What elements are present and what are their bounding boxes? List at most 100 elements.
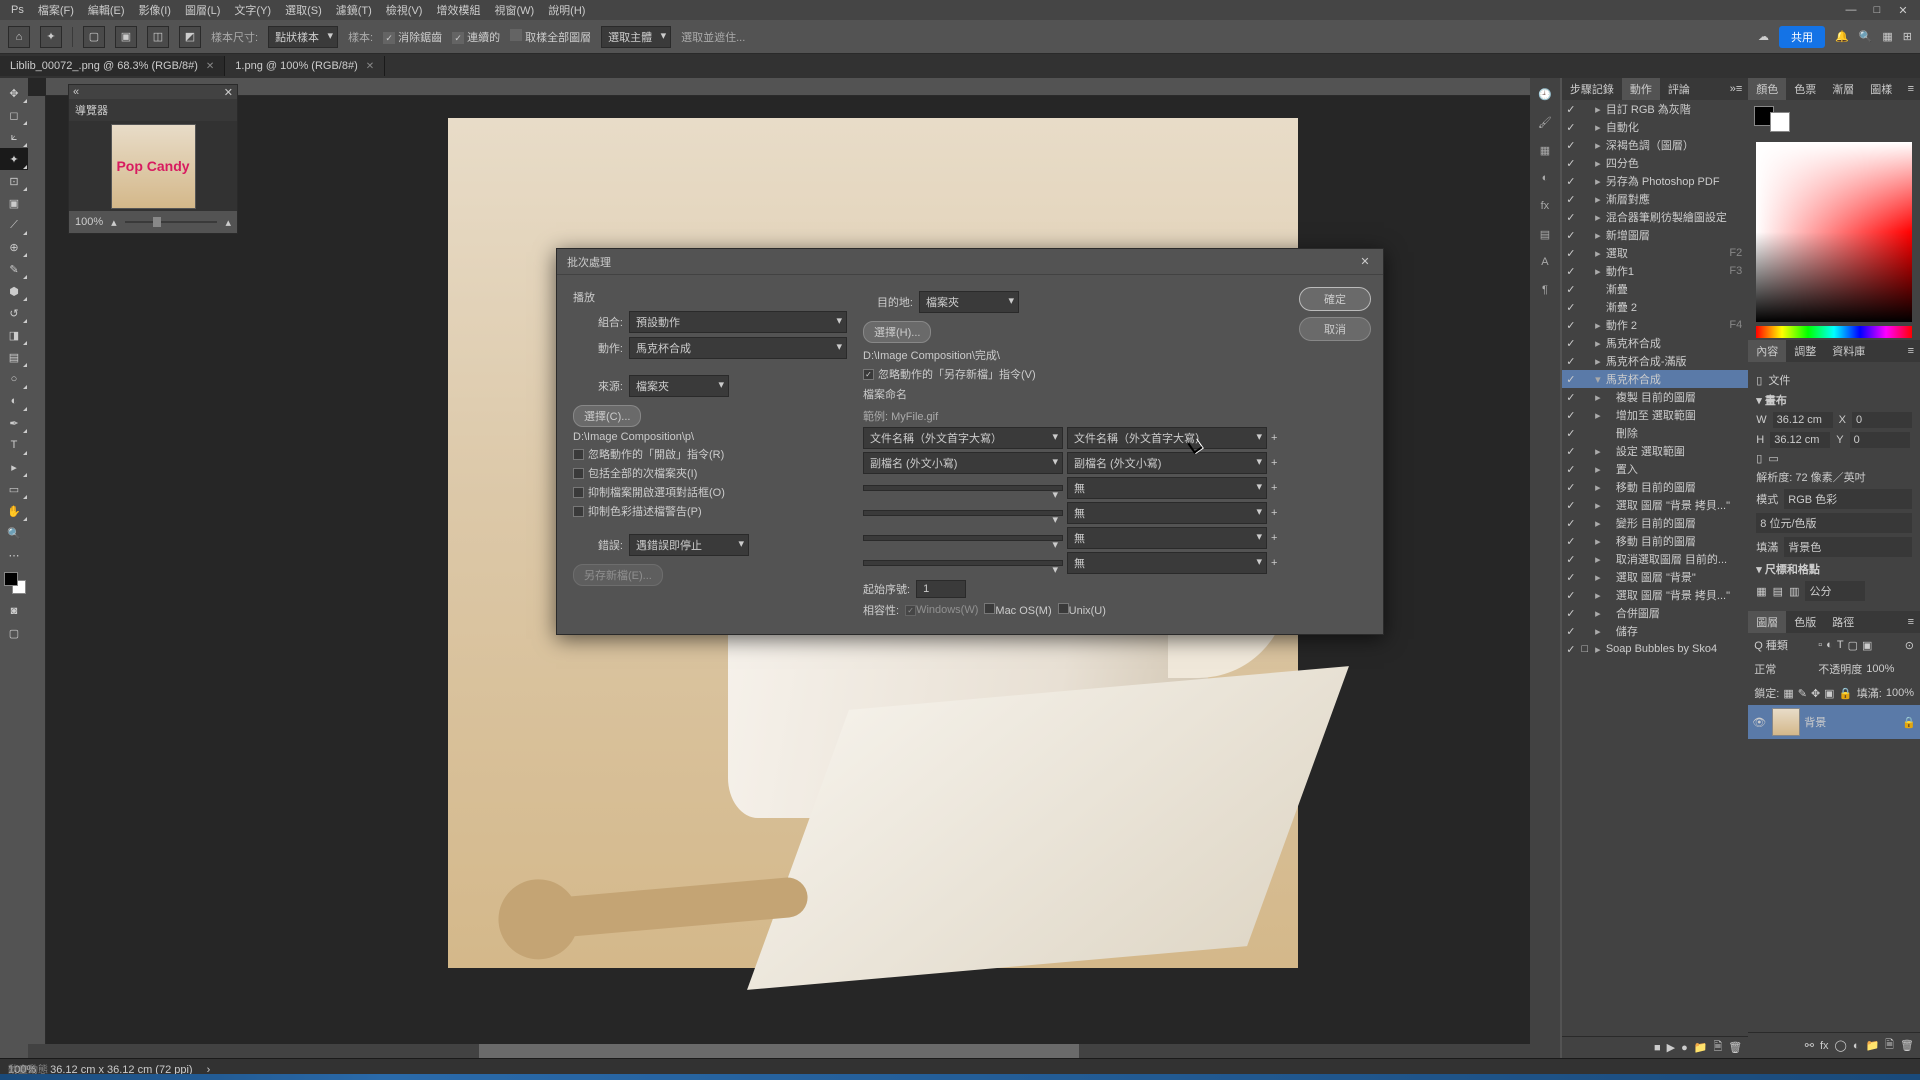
menu-image[interactable]: 影像(I) [133, 2, 177, 18]
choose-source-button[interactable]: 選擇(C)... [573, 405, 641, 427]
record-icon[interactable]: ● [1681, 1042, 1688, 1054]
include-subfolders-check[interactable]: 包括全部的次檔案夾(I) [573, 465, 847, 481]
errors-select[interactable]: 遇錯誤即停止 [629, 534, 749, 556]
mode-select[interactable]: RGB 色彩 [1784, 489, 1912, 509]
sel-add-icon[interactable]: ▣ [115, 26, 137, 48]
override-open-check[interactable]: 忽略動作的「開啟」指令(R) [573, 446, 847, 462]
action-row[interactable]: ✓▸自動化 [1562, 118, 1748, 136]
cloud-icon[interactable]: ☁ [1758, 30, 1769, 43]
styles-icon[interactable]: fx [1533, 194, 1557, 218]
action-row[interactable]: ✓▸變形 目前的圖層 [1562, 514, 1748, 532]
action-row[interactable]: ✓▸漸層對應 [1562, 190, 1748, 208]
paragraph-icon[interactable]: ¶ [1533, 278, 1557, 302]
navigator-tab[interactable]: 導覽器 [69, 99, 237, 121]
hand-tool[interactable]: ✋ [0, 500, 28, 522]
action-row[interactable]: ✓▸設定 選取範圍 [1562, 442, 1748, 460]
menu-type[interactable]: 文字(Y) [228, 2, 277, 18]
home-icon[interactable]: ⌂ [8, 26, 30, 48]
arrange-icon[interactable]: ⊞ [1903, 30, 1912, 43]
action-row[interactable]: ✓▸馬克杯合成-滿版 [1562, 352, 1748, 370]
layer-thumbnail[interactable] [1772, 708, 1800, 736]
new-action-icon[interactable]: 🗎 [1713, 1038, 1722, 1057]
pen-tool[interactable]: ✒ [0, 412, 28, 434]
filename-part-6[interactable] [863, 510, 1063, 516]
window-close[interactable]: ✕ [1891, 4, 1915, 17]
orient-p-icon[interactable]: ▯ [1756, 452, 1762, 465]
tab-paths[interactable]: 路徑 [1824, 611, 1862, 633]
y-input[interactable] [1850, 432, 1910, 448]
lock-paint-icon[interactable]: ✎ [1798, 687, 1807, 700]
close-icon[interactable]: ✕ [206, 61, 214, 72]
action-row[interactable]: ✓▸移動 目前的圖層 [1562, 532, 1748, 550]
close-icon[interactable]: ✕ [366, 61, 374, 72]
filename-part-7[interactable]: 無 [1067, 502, 1267, 524]
canvas-section[interactable]: ▾ 畫布 [1756, 392, 1787, 408]
menu-help[interactable]: 說明(H) [542, 2, 591, 18]
zoom-in-icon[interactable]: ▴ [225, 216, 231, 229]
wand-tool[interactable]: ✦ [0, 148, 28, 170]
set-select[interactable]: 預設動作 [629, 311, 847, 333]
menu-view[interactable]: 檢視(V) [380, 2, 429, 18]
action-select[interactable]: 馬克杯合成 [629, 337, 847, 359]
action-row[interactable]: ✓▸動作 2F4 [1562, 316, 1748, 334]
filename-part-11[interactable]: 無 [1067, 552, 1267, 574]
tab-gradients[interactable]: 漸層 [1824, 78, 1862, 100]
filter-shape-icon[interactable]: ▢ [1848, 639, 1858, 652]
filename-part-4[interactable] [863, 485, 1063, 491]
filename-part-3[interactable]: 副檔名 (外文小寫) [1067, 452, 1267, 474]
zoom-tool[interactable]: 🔍 [0, 522, 28, 544]
layer-row[interactable]: 👁 背景 🔒 [1748, 705, 1920, 739]
tab-color[interactable]: 顏色 [1748, 78, 1786, 100]
hue-slider[interactable] [1756, 326, 1912, 338]
ruler-unit-select[interactable]: 公分 [1805, 581, 1865, 601]
tab-swatches[interactable]: 色票 [1786, 78, 1824, 100]
visibility-icon[interactable]: 👁 [1752, 716, 1768, 729]
ok-button[interactable]: 確定 [1299, 287, 1371, 311]
navigator-panel[interactable]: «✕ 導覽器 Pop Candy 100% ▴ ▴ [68, 84, 238, 234]
filter-toggle[interactable]: ⊙ [1905, 639, 1914, 652]
tab-patterns[interactable]: 圖樣 [1862, 78, 1900, 100]
tab-comments[interactable]: 評論 [1660, 78, 1698, 100]
menu-filter[interactable]: 濾鏡(T) [330, 2, 378, 18]
doc-tab-1[interactable]: 1.png @ 100% (RGB/8#)✕ [225, 56, 385, 76]
panel-menu-icon[interactable]: ≡ [1902, 345, 1920, 357]
heal-tool[interactable]: ⊕ [0, 236, 28, 258]
new-set-icon[interactable]: 📁 [1694, 1041, 1708, 1054]
dodge-tool[interactable]: ◐ [0, 390, 28, 412]
close-icon[interactable]: ✕ [224, 86, 233, 99]
action-row[interactable]: ✓▸選取F2 [1562, 244, 1748, 262]
tab-properties[interactable]: 內容 [1748, 340, 1786, 362]
collapse-icon[interactable]: « [73, 86, 79, 98]
edit-toolbar[interactable]: ⋯ [0, 544, 28, 566]
layer-name[interactable]: 背景 [1804, 714, 1826, 730]
filter-adj-icon[interactable]: ◐ [1826, 639, 1833, 651]
cancel-button[interactable]: 取消 [1299, 317, 1371, 341]
brush-tool[interactable]: ✎ [0, 258, 28, 280]
search-icon[interactable]: 🔍 [1859, 30, 1873, 43]
eraser-tool[interactable]: ◨ [0, 324, 28, 346]
mask-icon[interactable]: ◯ [1835, 1039, 1847, 1052]
filter-type-icon[interactable]: T [1837, 639, 1844, 651]
marquee-tool[interactable]: ◻ [0, 104, 28, 126]
filename-part-1[interactable]: 文件名稱（外文首字大寫） [1067, 427, 1267, 449]
play-icon[interactable]: ▶ [1667, 1041, 1675, 1054]
action-row[interactable]: ✓▸移動 目前的圖層 [1562, 478, 1748, 496]
depth-select[interactable]: 8 位元/色版 [1756, 513, 1912, 533]
trash-icon[interactable]: 🗑 [1900, 1039, 1914, 1052]
action-row[interactable]: ✓▸取消選取圖層 目前的... [1562, 550, 1748, 568]
contiguous-check[interactable]: ✓連續的 [452, 29, 500, 45]
action-row[interactable]: ✓▸複製 目前的圖層 [1562, 388, 1748, 406]
close-icon[interactable]: ✕ [1357, 255, 1373, 268]
gradient-tool[interactable]: ▤ [0, 346, 28, 368]
wand-tool-icon[interactable]: ✦ [40, 26, 62, 48]
ruler-horizontal[interactable] [46, 78, 1530, 96]
opacity-value[interactable]: 100% [1866, 663, 1894, 675]
tab-actions[interactable]: 動作 [1622, 78, 1660, 100]
action-row[interactable]: ✓漸疊 2 [1562, 298, 1748, 316]
swatches-icon[interactable]: ▦ [1533, 138, 1557, 162]
brush-icon[interactable]: 🖌 [1533, 110, 1557, 134]
menu-plugins[interactable]: 增效模組 [430, 2, 486, 18]
workspace-icon[interactable]: ▦ [1882, 30, 1892, 43]
action-row[interactable]: ✓▸另存為 Photoshop PDF [1562, 172, 1748, 190]
fx-icon[interactable]: fx [1820, 1040, 1829, 1052]
